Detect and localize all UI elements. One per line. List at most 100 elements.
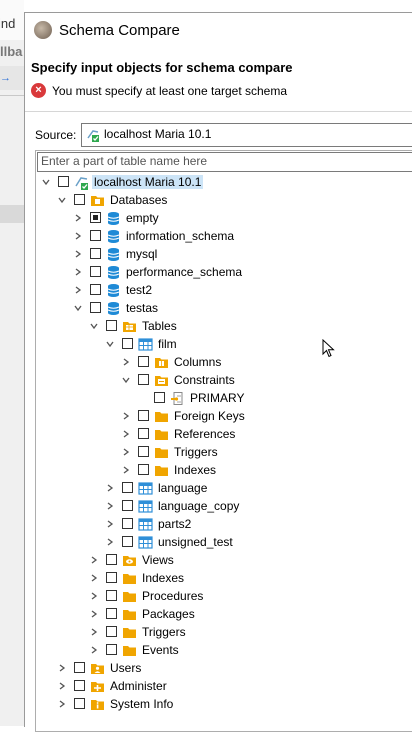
tree-checkbox[interactable] bbox=[90, 230, 101, 241]
tree-row-unsigned-test[interactable]: unsigned_test bbox=[36, 533, 412, 551]
chevron-right-icon[interactable] bbox=[90, 641, 100, 659]
tree-row-databases[interactable]: Databases bbox=[36, 191, 412, 209]
background-arrow-icon: → bbox=[0, 72, 11, 84]
tree-row-constraints[interactable]: Constraints bbox=[36, 371, 412, 389]
tree-checkbox[interactable] bbox=[122, 536, 133, 547]
tree-checkbox[interactable] bbox=[90, 284, 101, 295]
tree-row-foreign-keys[interactable]: Foreign Keys bbox=[36, 407, 412, 425]
tree-checkbox[interactable] bbox=[106, 320, 117, 331]
tree-row-mysql[interactable]: mysql bbox=[36, 245, 412, 263]
tree-row-parts2[interactable]: parts2 bbox=[36, 515, 412, 533]
chevron-right-icon[interactable] bbox=[74, 281, 84, 299]
tree-checkbox[interactable] bbox=[58, 176, 69, 187]
tree-checkbox[interactable] bbox=[90, 212, 101, 223]
dialog-title: Schema Compare bbox=[59, 22, 180, 39]
chevron-down-icon[interactable] bbox=[106, 335, 116, 353]
tree-row-localhost-maria-10-1[interactable]: localhost Maria 10.1 bbox=[36, 173, 412, 191]
tree-row-primary[interactable]: PRIMARY bbox=[36, 389, 412, 407]
chevron-right-icon[interactable] bbox=[90, 569, 100, 587]
chevron-right-icon[interactable] bbox=[122, 407, 132, 425]
tree-row-views[interactable]: Views bbox=[36, 551, 412, 569]
tree-checkbox[interactable] bbox=[106, 644, 117, 655]
tree-checkbox[interactable] bbox=[154, 392, 165, 403]
tree-row-language-copy[interactable]: language_copy bbox=[36, 497, 412, 515]
folder-icon bbox=[154, 463, 169, 478]
tree-row-triggers[interactable]: Triggers bbox=[36, 623, 412, 641]
tree-checkbox[interactable] bbox=[106, 608, 117, 619]
tree-checkbox[interactable] bbox=[106, 554, 117, 565]
tree-row-indexes[interactable]: Indexes bbox=[36, 569, 412, 587]
tree-checkbox[interactable] bbox=[122, 482, 133, 493]
tree-checkbox[interactable] bbox=[138, 446, 149, 457]
tree-row-packages[interactable]: Packages bbox=[36, 605, 412, 623]
tree-checkbox[interactable] bbox=[122, 518, 133, 529]
chevron-right-icon[interactable] bbox=[122, 443, 132, 461]
tree-checkbox[interactable] bbox=[138, 410, 149, 421]
error-text: You must specify at least one target sch… bbox=[52, 84, 288, 98]
chevron-right-icon[interactable] bbox=[58, 677, 68, 695]
chevron-down-icon[interactable] bbox=[122, 371, 132, 389]
tree-row-procedures[interactable]: Procedures bbox=[36, 587, 412, 605]
tree-checkbox[interactable] bbox=[138, 356, 149, 367]
chevron-down-icon[interactable] bbox=[90, 317, 100, 335]
chevron-right-icon[interactable] bbox=[74, 263, 84, 281]
tree-checkbox[interactable] bbox=[74, 680, 85, 691]
chevron-right-icon[interactable] bbox=[90, 623, 100, 641]
tree-checkbox[interactable] bbox=[106, 626, 117, 637]
tree-row-empty[interactable]: empty bbox=[36, 209, 412, 227]
tree-row-users[interactable]: Users bbox=[36, 659, 412, 677]
chevron-down-icon[interactable] bbox=[58, 191, 68, 209]
chevron-right-icon[interactable] bbox=[90, 587, 100, 605]
source-combo[interactable]: localhost Maria 10.1 bbox=[81, 123, 412, 147]
tree-checkbox[interactable] bbox=[122, 338, 133, 349]
chevron-right-icon[interactable] bbox=[90, 605, 100, 623]
chevron-right-icon[interactable] bbox=[122, 353, 132, 371]
tree-checkbox[interactable] bbox=[138, 464, 149, 475]
tree-row-test2[interactable]: test2 bbox=[36, 281, 412, 299]
chevron-right-icon[interactable] bbox=[74, 245, 84, 263]
chevron-down-icon[interactable] bbox=[74, 299, 84, 317]
tree-row-performance-schema[interactable]: performance_schema bbox=[36, 263, 412, 281]
error-icon: × bbox=[31, 83, 46, 98]
tree-row-events[interactable]: Events bbox=[36, 641, 412, 659]
tree-row-triggers[interactable]: Triggers bbox=[36, 443, 412, 461]
chevron-right-icon[interactable] bbox=[106, 515, 116, 533]
tree-checkbox[interactable] bbox=[74, 662, 85, 673]
chevron-right-icon[interactable] bbox=[106, 479, 116, 497]
tree-checkbox[interactable] bbox=[138, 374, 149, 385]
tree-row-information-schema[interactable]: information_schema bbox=[36, 227, 412, 245]
chevron-right-icon[interactable] bbox=[58, 695, 68, 713]
tree-checkbox[interactable] bbox=[138, 428, 149, 439]
chevron-right-icon[interactable] bbox=[106, 497, 116, 515]
chevron-right-icon[interactable] bbox=[122, 461, 132, 479]
title-bar[interactable]: Schema Compare bbox=[25, 13, 412, 47]
tree-row-film[interactable]: film bbox=[36, 335, 412, 353]
tree-row-references[interactable]: References bbox=[36, 425, 412, 443]
tree-checkbox[interactable] bbox=[74, 194, 85, 205]
tree-node-label: localhost Maria 10.1 bbox=[92, 175, 204, 189]
tree-checkbox[interactable] bbox=[90, 266, 101, 277]
table-filter-field[interactable] bbox=[37, 152, 412, 172]
chevron-down-icon[interactable] bbox=[42, 173, 52, 191]
tree-row-language[interactable]: language bbox=[36, 479, 412, 497]
chevron-right-icon[interactable] bbox=[106, 533, 116, 551]
chevron-right-icon[interactable] bbox=[58, 659, 68, 677]
chevron-right-icon[interactable] bbox=[90, 551, 100, 569]
tree-row-testas[interactable]: testas bbox=[36, 299, 412, 317]
tree-checkbox[interactable] bbox=[106, 590, 117, 601]
tree-row-system-info[interactable]: System Info bbox=[36, 695, 412, 713]
tree-row-indexes[interactable]: Indexes bbox=[36, 461, 412, 479]
chevron-right-icon[interactable] bbox=[74, 209, 84, 227]
chevron-right-icon[interactable] bbox=[122, 425, 132, 443]
tree-checkbox[interactable] bbox=[90, 302, 101, 313]
tree-row-tables[interactable]: Tables bbox=[36, 317, 412, 335]
table-filter-input[interactable] bbox=[38, 153, 412, 169]
tree-checkbox[interactable] bbox=[90, 248, 101, 259]
tree-checkbox[interactable] bbox=[74, 698, 85, 709]
tree-node-label: Indexes bbox=[142, 571, 185, 585]
tree-checkbox[interactable] bbox=[106, 572, 117, 583]
tree-checkbox[interactable] bbox=[122, 500, 133, 511]
tree-row-administer[interactable]: Administer bbox=[36, 677, 412, 695]
tree-row-columns[interactable]: Columns bbox=[36, 353, 412, 371]
chevron-right-icon[interactable] bbox=[74, 227, 84, 245]
